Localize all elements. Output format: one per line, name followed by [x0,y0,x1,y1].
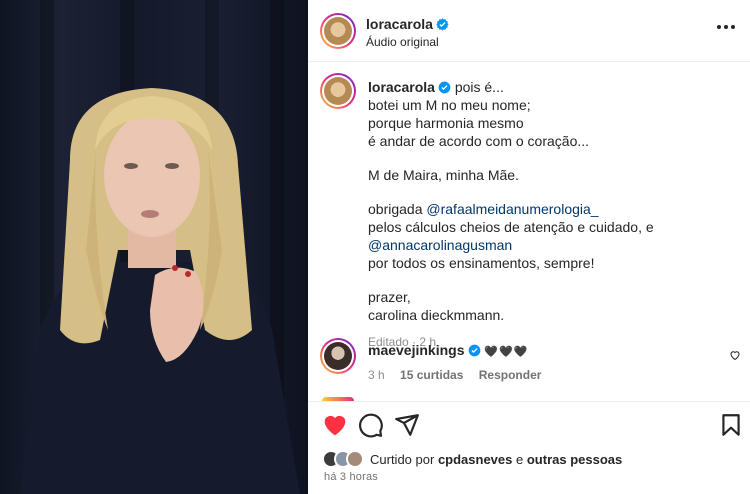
reply-button[interactable]: Responder [479,368,542,382]
comment: maevejinkings 🖤🖤🖤 3 h 15 curtidas Respon… [368,342,738,382]
commenter-avatar[interactable] [320,338,356,374]
audio-label[interactable]: Áudio original [366,35,449,49]
author-avatar[interactable] [320,13,356,49]
woman-figure [20,88,300,494]
post-time[interactable]: há 3 horas [324,471,378,483]
author-info: loracarola Áudio original [366,16,449,49]
post-actions [308,401,750,445]
caption-text: obrigada [368,201,423,217]
liked-by: Curtido por cpdasneves e outras pessoas [322,448,622,470]
liked-by-prefix: Curtido por [370,451,435,467]
verified-badge-icon [436,18,449,31]
caption-line: porque harmonia mesmo [368,115,524,131]
verified-badge-icon [438,81,451,94]
caption-line: botei um M no meu nome; [368,97,531,113]
comment-likes[interactable]: 15 curtidas [400,368,463,382]
comment-meta: 3 h 15 curtidas Responder [368,368,738,382]
heart-icon[interactable] [322,412,348,438]
comment-icon[interactable] [358,412,384,438]
caption-line: carolina dieckmmann. [368,307,505,323]
comment-like-heart-icon[interactable] [729,349,741,361]
post-details-panel: loracarola Áudio original loracarola poi… [308,0,750,494]
liked-by-conj: e [516,451,524,467]
caption-username[interactable]: loracarola [368,79,435,95]
caption-line: é andar de acordo com o coração... [368,133,590,149]
liked-by-user[interactable]: cpdasneves [438,452,512,467]
caption-line: pois é... [454,79,504,95]
caption-line: M de Maira, minha Mãe. [368,167,519,183]
post-caption: loracarola pois é... botei um M no meu n… [368,78,738,351]
comment-text: 🖤🖤🖤 [484,346,529,358]
comment-time[interactable]: 3 h [368,368,385,382]
caption-line: prazer, [368,289,411,305]
caption-author-avatar[interactable] [320,73,356,109]
bookmark-icon[interactable] [718,412,744,438]
liked-by-others[interactable]: outras pessoas [527,452,622,467]
liker-avatar[interactable] [346,450,364,468]
verified-badge-icon [468,344,480,357]
share-icon[interactable] [394,412,420,438]
mention-link[interactable]: @rafaalmeidanumerologia_ [426,201,598,217]
caption-line: pelos cálculos cheios de atenção e cuida… [368,219,654,235]
post-media[interactable] [0,0,308,494]
commenter-username[interactable]: maevejinkings [368,342,465,358]
post-header: loracarola Áudio original [308,0,750,62]
mention-link[interactable]: @annacarolinagusman [368,236,738,254]
more-options-icon[interactable] [716,22,736,32]
caption-line: por todos os ensinamentos, sempre! [368,255,595,271]
author-username[interactable]: loracarola [366,16,433,32]
